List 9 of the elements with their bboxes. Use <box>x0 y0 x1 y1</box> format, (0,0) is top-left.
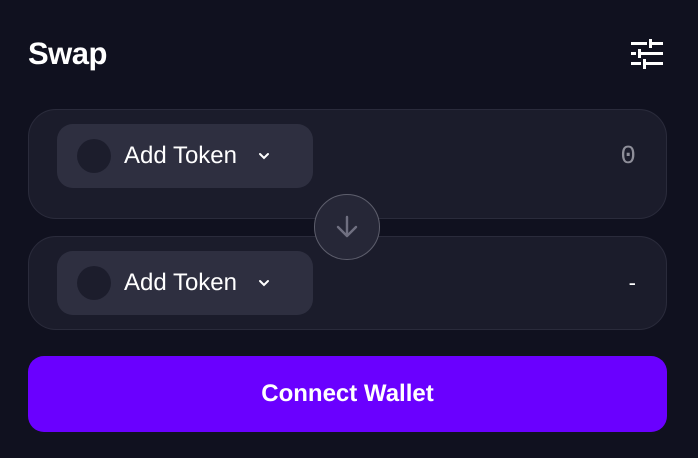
settings-icon <box>631 39 663 69</box>
token-select-button[interactable]: Add Token <box>57 251 313 315</box>
arrow-down-icon <box>334 214 360 240</box>
token-select-button[interactable]: Add Token <box>57 124 313 188</box>
settings-button[interactable] <box>631 39 663 69</box>
connect-wallet-button[interactable]: Connect Wallet <box>28 356 667 432</box>
swap-title: Swap <box>28 36 107 72</box>
amount-text: - <box>628 270 636 296</box>
amount-input[interactable]: 0 <box>434 140 638 172</box>
